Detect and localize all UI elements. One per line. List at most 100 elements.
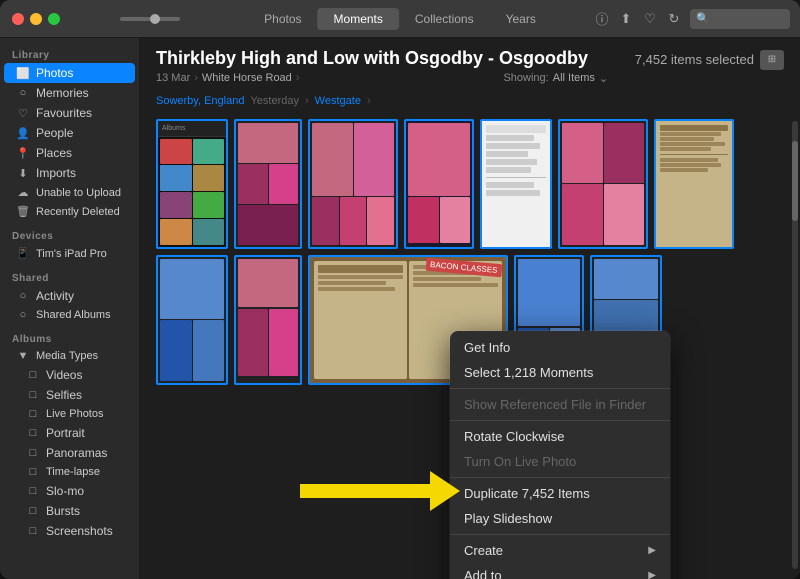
titlebar-controls: ⓘ ⬆ ♡ ↻ 🔍 [594, 9, 790, 29]
place-link[interactable]: Sowerby, England [156, 95, 244, 107]
sidebar-item-live-label: Live Photos [46, 408, 103, 420]
items-selected: 7,452 items selected ⊞ [635, 50, 784, 70]
videos-icon: □ [26, 369, 40, 381]
menu-item-select-moments[interactable]: Select 1,218 Moments [450, 360, 670, 385]
memories-icon: ○ [16, 87, 30, 99]
sidebar-item-panoramas[interactable]: □ Panoramas [4, 443, 135, 463]
rotate-icon[interactable]: ↻ [666, 11, 682, 27]
sidebar-item-imports[interactable]: ⬇ Imports [4, 163, 135, 183]
sidebar-item-screenshots-label: Screenshots [46, 524, 113, 538]
sidebar-item-places-label: Places [36, 146, 72, 160]
bursts-icon: □ [26, 505, 40, 517]
sidebar-item-media-types-label: Media Types [36, 350, 98, 362]
sidebar-item-unable-label: Unable to Upload [36, 187, 121, 199]
photos-panel: Thirkleby High and Low with Osgodby - Os… [140, 38, 800, 579]
timelapse-icon: □ [26, 466, 40, 478]
sidebar-item-unable[interactable]: ☁ Unable to Upload [4, 183, 135, 202]
unable-icon: ☁ [16, 186, 30, 199]
sidebar-item-bursts[interactable]: □ Bursts [4, 501, 135, 521]
sidebar-item-favourites[interactable]: ♡ Favourites [4, 103, 135, 123]
share-icon[interactable]: ⬆ [618, 11, 634, 27]
sidebar-item-bursts-label: Bursts [46, 504, 80, 518]
photo-thumb[interactable] [480, 119, 552, 249]
sidebar-item-slomo-label: Slo-mo [46, 484, 84, 498]
arrow-icon: ▶ [648, 570, 656, 579]
zoom-slider[interactable] [120, 17, 180, 21]
scrollbar[interactable] [792, 121, 798, 570]
sidebar-item-shared-albums-label: Shared Albums [36, 309, 111, 321]
sidebar-item-places[interactable]: 📍 Places [4, 143, 135, 163]
sidebar-item-deleted[interactable]: 🗑 Recently Deleted [4, 202, 135, 221]
sidebar-item-ipad[interactable]: 📱 Tim's iPad Pro [4, 244, 135, 263]
sidebar-item-memories-label: Memories [36, 86, 89, 100]
tab-moments[interactable]: Moments [318, 8, 399, 30]
menu-item-add-to[interactable]: Add to ▶ [450, 563, 670, 579]
photos-title: Thirkleby High and Low with Osgodby - Os… [156, 48, 588, 69]
menu-item-get-info[interactable]: Get Info [450, 335, 670, 360]
screenshots-icon: □ [26, 525, 40, 537]
sidebar-item-portrait[interactable]: □ Portrait [4, 423, 135, 443]
loc-time: Yesterday [250, 95, 299, 107]
sidebar: Library ⬜ Photos ○ Memories ♡ Favourites… [0, 38, 140, 579]
search-box[interactable]: 🔍 [690, 9, 790, 29]
photo-thumb[interactable]: Albums [156, 119, 228, 249]
sidebar-item-live[interactable]: □ Live Photos [4, 405, 135, 423]
slomo-icon: □ [26, 485, 40, 497]
menu-separator [450, 534, 670, 535]
sidebar-item-activity[interactable]: ○ Activity [4, 286, 135, 306]
info-icon[interactable]: ⓘ [594, 11, 610, 27]
photo-thumb[interactable] [234, 255, 302, 385]
sidebar-item-memories[interactable]: ○ Memories [4, 83, 135, 103]
location-bar: Sowerby, England Yesterday › Westgate › [140, 91, 800, 111]
photos-header: Thirkleby High and Low with Osgodby - Os… [140, 38, 800, 91]
menu-item-live-photo: Turn On Live Photo [450, 449, 670, 474]
photo-thumb[interactable] [558, 119, 648, 249]
minimize-button[interactable] [30, 13, 42, 25]
tab-collections[interactable]: Collections [399, 8, 490, 30]
sidebar-item-people[interactable]: 👤 People [4, 123, 135, 143]
area-link[interactable]: Westgate [315, 95, 361, 107]
sidebar-item-portrait-label: Portrait [46, 426, 85, 440]
menu-item-rotate[interactable]: Rotate Clockwise [450, 424, 670, 449]
sidebar-item-people-label: People [36, 126, 73, 140]
loc-sep2: › [367, 95, 371, 107]
sidebar-item-slomo[interactable]: □ Slo-mo [4, 481, 135, 501]
breadcrumb: 13 Mar › White Horse Road › Showing: All… [156, 72, 784, 85]
menu-separator [450, 420, 670, 421]
devices-section-title: Devices [0, 227, 139, 244]
arrow-body [300, 484, 430, 498]
menu-separator [450, 477, 670, 478]
sidebar-item-timelapse[interactable]: □ Time-lapse [4, 463, 135, 481]
photo-thumb[interactable] [404, 119, 474, 249]
close-button[interactable] [12, 13, 24, 25]
menu-item-duplicate[interactable]: Duplicate 7,452 Items [450, 481, 670, 506]
sidebar-item-screenshots[interactable]: □ Screenshots [4, 521, 135, 541]
date-label: 13 Mar [156, 72, 190, 84]
menu-item-show-finder: Show Referenced File in Finder [450, 392, 670, 417]
location-link[interactable]: White Horse Road [202, 72, 292, 84]
library-section-title: Library [0, 46, 139, 63]
sidebar-item-videos[interactable]: □ Videos [4, 365, 135, 385]
places-icon: 📍 [16, 147, 30, 160]
photo-thumb[interactable] [234, 119, 302, 249]
sidebar-item-selfies[interactable]: □ Selfies [4, 385, 135, 405]
sidebar-item-media-types[interactable]: ▼ Media Types [4, 347, 135, 365]
tab-years[interactable]: Years [490, 8, 552, 30]
menu-item-slideshow[interactable]: Play Slideshow [450, 506, 670, 531]
photo-thumb[interactable] [156, 255, 228, 385]
heart-icon[interactable]: ♡ [642, 11, 658, 27]
photo-thumb[interactable] [654, 119, 734, 249]
scrollbar-thumb[interactable] [792, 141, 798, 221]
search-icon: 🔍 [696, 12, 710, 25]
menu-item-create[interactable]: Create ▶ [450, 538, 670, 563]
arrow-head [430, 471, 460, 511]
sidebar-item-shared-albums[interactable]: ○ Shared Albums [4, 306, 135, 324]
maximize-button[interactable] [48, 13, 60, 25]
tab-photos[interactable]: Photos [248, 8, 317, 30]
menu-separator [450, 388, 670, 389]
main-content: Library ⬜ Photos ○ Memories ♡ Favourites… [0, 38, 800, 579]
photo-thumb[interactable] [308, 119, 398, 249]
sidebar-item-photos[interactable]: ⬜ Photos [4, 63, 135, 83]
albums-section-title: Albums [0, 330, 139, 347]
ipad-icon: 📱 [16, 247, 30, 260]
